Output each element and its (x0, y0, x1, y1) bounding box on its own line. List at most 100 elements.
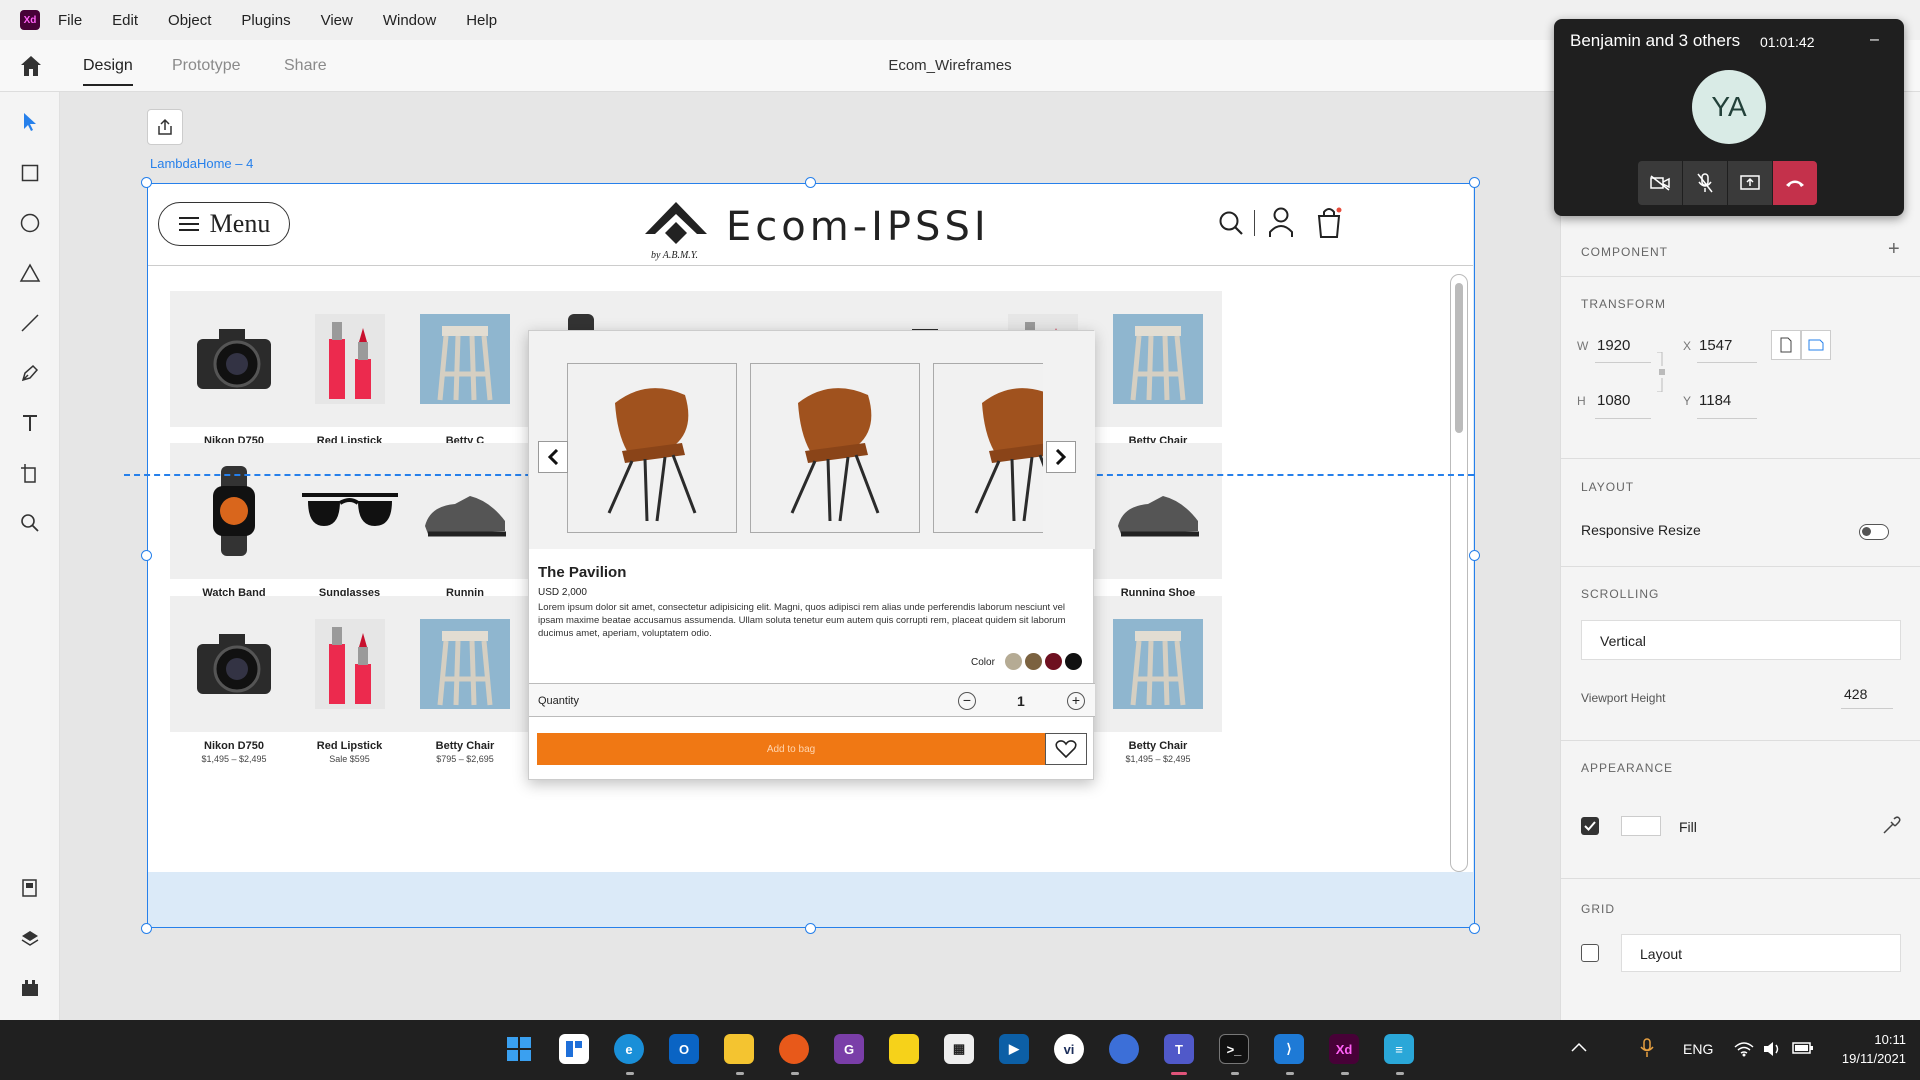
zoom-tool-icon[interactable] (14, 507, 46, 539)
teams-call-window[interactable]: Benjamin and 3 others 01:01:42 – YA (1554, 19, 1904, 216)
menu-object[interactable]: Object (168, 12, 211, 29)
line-tool-icon[interactable] (14, 307, 46, 339)
scrollbar-thumb[interactable] (1455, 283, 1463, 433)
grid-type-select[interactable]: Layout (1621, 934, 1901, 972)
eyedropper-icon[interactable] (1881, 816, 1901, 841)
adobe-xd-icon[interactable]: Xd (1329, 1034, 1359, 1064)
search-icon[interactable] (1218, 210, 1244, 241)
decrease-quantity-button[interactable]: − (958, 692, 976, 710)
resize-handle[interactable] (1469, 550, 1480, 561)
menu-edit[interactable]: Edit (112, 12, 138, 29)
wifi-icon[interactable] (1734, 1041, 1754, 1062)
language-indicator[interactable]: ENG (1683, 1041, 1713, 1057)
plugins-panel-icon[interactable] (14, 972, 46, 1004)
menu-help[interactable]: Help (466, 12, 497, 29)
resize-handle[interactable] (141, 177, 152, 188)
page-scrollbar[interactable] (1450, 274, 1468, 872)
product-card[interactable]: Red Lipstick Sale $595 (285, 596, 414, 764)
volume-icon[interactable] (1762, 1040, 1782, 1063)
wishlist-button[interactable] (1045, 733, 1087, 765)
gallery-image[interactable] (933, 363, 1043, 533)
ellipse-tool-icon[interactable] (14, 207, 46, 239)
menu-view[interactable]: View (321, 12, 353, 29)
teams-icon[interactable]: T (1164, 1034, 1194, 1064)
select-tool-icon[interactable] (14, 106, 46, 138)
vscode-icon[interactable]: ⟩ (1274, 1034, 1304, 1064)
menu-file[interactable]: File (58, 12, 82, 29)
resize-handle[interactable] (1469, 923, 1480, 934)
widgets-icon[interactable] (559, 1034, 589, 1064)
lock-aspect-icon[interactable] (1657, 351, 1667, 397)
notepad-icon[interactable]: ≡ (1384, 1034, 1414, 1064)
account-icon[interactable] (1268, 206, 1294, 243)
sticky-notes-icon[interactable] (889, 1034, 919, 1064)
product-card[interactable]: Sunglasses$1,495 – $2,495 (285, 443, 414, 611)
firefox-icon[interactable] (779, 1034, 809, 1064)
color-swatch[interactable] (1025, 653, 1042, 670)
grid-checkbox[interactable] (1581, 944, 1599, 962)
outlook-icon[interactable]: O (669, 1034, 699, 1064)
height-field[interactable]: 1080 (1597, 392, 1630, 409)
vi-app-icon[interactable]: vi (1054, 1034, 1084, 1064)
resize-handle[interactable] (141, 550, 152, 561)
terminal-icon[interactable]: >_ (1219, 1034, 1249, 1064)
product-card[interactable]: Running Shoe$995 – $2,595 (1094, 443, 1222, 611)
chevron-up-icon[interactable] (1570, 1040, 1588, 1059)
x-position-field[interactable]: 1547 (1699, 337, 1732, 354)
rectangle-tool-icon[interactable] (14, 157, 46, 189)
resize-handle[interactable] (141, 923, 152, 934)
polygon-tool-icon[interactable] (14, 257, 46, 289)
product-card[interactable]: Betty Chair $795 – $2,695 (401, 596, 529, 764)
menu-plugins[interactable]: Plugins (241, 12, 290, 29)
text-tool-icon[interactable] (14, 407, 46, 439)
gallery-next-button[interactable] (1046, 441, 1076, 473)
add-component-icon[interactable]: + (1888, 238, 1900, 261)
color-swatch[interactable] (1045, 653, 1062, 670)
fill-checkbox[interactable] (1581, 817, 1599, 835)
resize-handle[interactable] (1469, 177, 1480, 188)
product-card[interactable]: Watch Band$995 – $2,595 (170, 443, 298, 611)
color-swatch[interactable] (1065, 653, 1082, 670)
product-card[interactable]: Nikon D750$895 - $2,395 (170, 291, 298, 459)
y-position-field[interactable]: 1184 (1699, 392, 1731, 409)
portrait-orientation-icon[interactable] (1771, 330, 1801, 360)
product-card[interactable]: Betty Chair$895 - $2,395 (1094, 291, 1222, 459)
clock-time[interactable]: 10:11 (1836, 1032, 1906, 1047)
artboard-tool-icon[interactable] (14, 457, 46, 489)
viewport-height-field[interactable]: 428 (1844, 686, 1867, 702)
shopping-bag-icon[interactable] (1316, 206, 1342, 243)
minimize-call-button[interactable]: – (1870, 31, 1879, 49)
microphone-icon[interactable] (1640, 1038, 1654, 1063)
artboard-label[interactable]: LambdaHome – 4 (150, 156, 253, 171)
microsoft-store-icon[interactable]: ▦ (944, 1034, 974, 1064)
menu-button[interactable]: Menu (158, 202, 290, 246)
product-card[interactable]: Betty Chair $1,495 – $2,495 (1094, 596, 1222, 764)
responsive-resize-toggle[interactable] (1859, 524, 1889, 540)
edge-browser-icon[interactable]: e (614, 1034, 644, 1064)
pen-tool-icon[interactable] (14, 357, 46, 389)
landscape-orientation-icon[interactable] (1801, 330, 1831, 360)
product-card[interactable]: Nikon D750 $1,495 – $2,495 (170, 596, 298, 764)
media-player-icon[interactable]: ▶ (999, 1034, 1029, 1064)
share-artboard-button[interactable] (147, 109, 183, 145)
menu-window[interactable]: Window (383, 12, 436, 29)
add-to-bag-button[interactable]: Add to bag (537, 733, 1045, 765)
width-field[interactable]: 1920 (1597, 337, 1630, 354)
remote-app-icon[interactable] (1109, 1034, 1139, 1064)
share-screen-button[interactable] (1728, 161, 1772, 205)
resize-handle[interactable] (805, 177, 816, 188)
product-card[interactable]: Red Lipstick$995 – $2,595 (285, 291, 414, 459)
start-menu-icon[interactable] (504, 1034, 534, 1064)
product-card[interactable]: Betty C$1,495 (401, 291, 529, 459)
gallery-image[interactable] (567, 363, 737, 533)
increase-quantity-button[interactable]: + (1067, 692, 1085, 710)
assets-panel-icon[interactable] (14, 872, 46, 904)
mute-button[interactable] (1683, 161, 1727, 205)
fill-color-swatch[interactable] (1621, 816, 1661, 836)
camera-off-button[interactable] (1638, 161, 1682, 205)
scrolling-mode-select[interactable]: Vertical (1581, 620, 1901, 660)
pdf-app-icon[interactable]: G (834, 1034, 864, 1064)
file-explorer-icon[interactable] (724, 1034, 754, 1064)
gallery-prev-button[interactable] (538, 441, 568, 473)
hang-up-button[interactable] (1773, 161, 1817, 205)
